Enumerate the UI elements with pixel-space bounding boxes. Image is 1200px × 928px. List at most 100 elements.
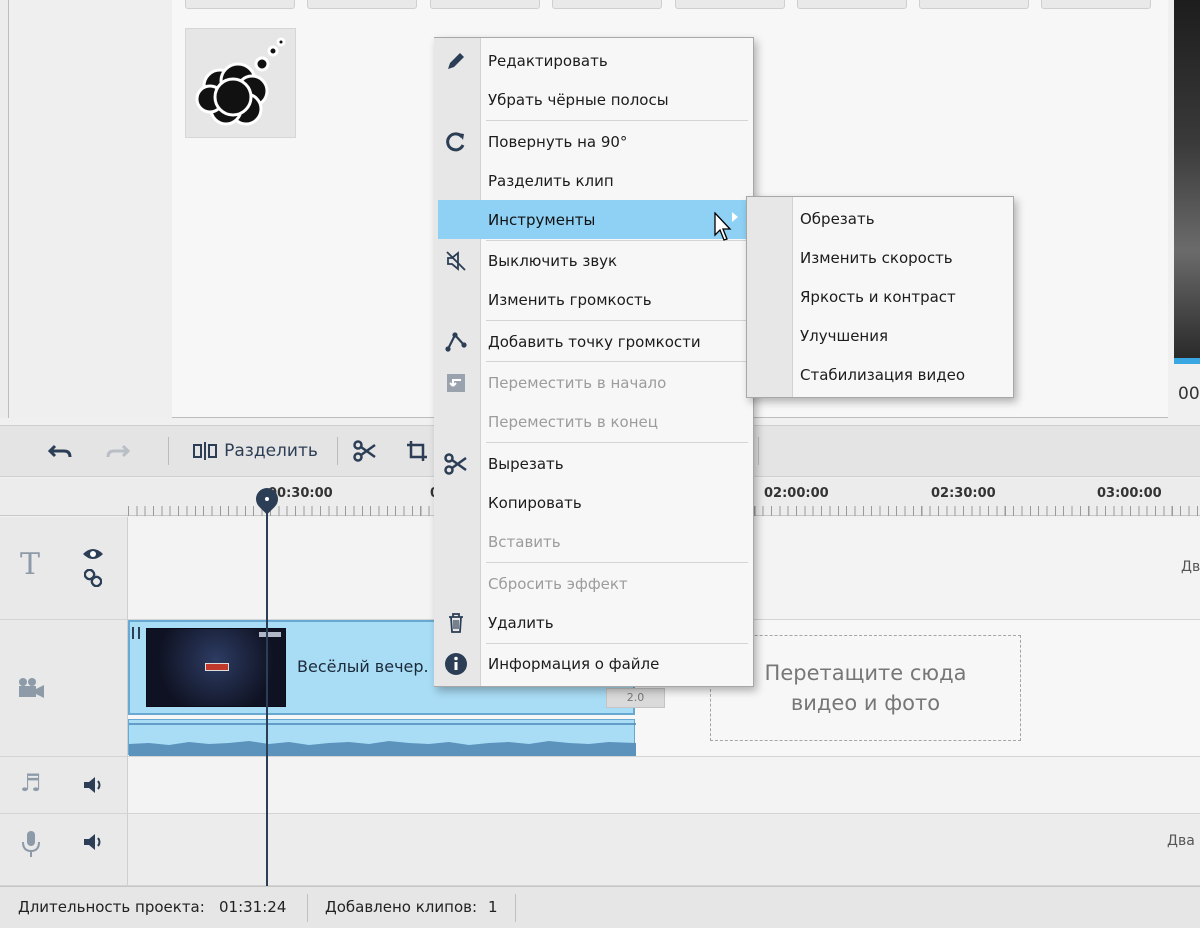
pencil-icon (444, 49, 468, 73)
duration-label: Длительность проекта: (18, 898, 205, 916)
menu-item-label: Вырезать (488, 454, 564, 473)
menu-item-tools[interactable]: Инструменты (438, 200, 748, 239)
video-camera-icon (19, 678, 44, 698)
mute-icon (444, 249, 468, 273)
toolbar-divider (337, 437, 338, 465)
speaker-icon[interactable] (82, 832, 104, 852)
voice-track[interactable]: Два (128, 814, 1200, 886)
eye-icon[interactable] (82, 547, 104, 561)
menu-item-label: Копировать (488, 493, 582, 512)
menu-item-label: Удалить (488, 613, 554, 632)
menu-item-label: Редактировать (488, 51, 608, 70)
clip-title: Весёлый вечер. А (297, 657, 445, 676)
clip-audio-waveform[interactable] (128, 719, 636, 756)
playhead-line[interactable] (266, 500, 268, 886)
split-button[interactable]: Разделить (190, 425, 320, 477)
link-icon[interactable] (84, 569, 102, 587)
clips-value: 1 (488, 898, 498, 916)
microphone-icon (22, 831, 40, 857)
cut-button[interactable] (350, 425, 380, 477)
menu-item-label: Изменить громкость (488, 290, 652, 309)
video-preview (1174, 0, 1200, 358)
clip-grip-icon[interactable] (132, 627, 140, 639)
info-icon (444, 652, 468, 676)
status-divider (307, 894, 308, 922)
clip-thumbnail (146, 628, 286, 707)
submenu-item-stabilization[interactable]: Стабилизация видео (800, 355, 1010, 394)
ruler-label: 02:30:00 (931, 486, 996, 501)
menu-item-delete[interactable]: Удалить (438, 603, 748, 642)
ruler-label: 03:00:00 (1097, 486, 1162, 501)
library-tab[interactable] (675, 0, 785, 9)
library-sidebar-panel (8, 0, 172, 418)
undo-icon (48, 444, 72, 458)
split-icon (193, 442, 218, 460)
crop-icon (407, 441, 427, 461)
toolbar-divider (758, 437, 759, 465)
menu-separator (486, 562, 748, 563)
ruler-label: 02:00:00 (764, 486, 829, 501)
menu-separator (486, 320, 748, 321)
menu-item-split-clip[interactable]: Разделить клип (438, 161, 748, 200)
clip-speed-badge: 2.0 (606, 688, 665, 708)
submenu-item-crop[interactable]: Обрезать (800, 199, 1010, 238)
submenu-item-brightness[interactable]: Яркость и контраст (800, 277, 1010, 316)
sticker-thumbnail[interactable] (185, 28, 296, 138)
mouse-cursor-icon (714, 212, 732, 241)
menu-item-label: Переместить в конец (488, 412, 658, 431)
text-track-hint: Дв (1181, 559, 1200, 575)
menu-item-move-to-start[interactable]: Переместить в начало (438, 363, 748, 402)
redo-icon (106, 444, 130, 458)
library-tab[interactable] (919, 0, 1029, 9)
clips-label: Добавлено клипов: (325, 898, 478, 916)
menu-item-edit[interactable]: Редактировать (438, 41, 748, 80)
menu-item-copy[interactable]: Копировать (438, 483, 748, 522)
menu-separator (486, 361, 748, 362)
split-label: Разделить (224, 441, 318, 461)
drop-zone[interactable]: Перетащите сюда видео и фото (710, 635, 1021, 741)
text-track-header: T (0, 517, 128, 620)
library-tab[interactable] (185, 0, 295, 9)
voice-track-header (0, 814, 128, 886)
menu-item-rotate[interactable]: Повернуть на 90° (438, 122, 748, 161)
library-tab[interactable] (1041, 0, 1151, 9)
redo-button[interactable] (100, 425, 134, 477)
menu-item-reset-effect[interactable]: Сбросить эффект (438, 564, 748, 603)
menu-item-file-info[interactable]: Информация о файле (438, 644, 748, 683)
menu-separator (486, 120, 748, 121)
menu-item-mute[interactable]: Выключить звук (438, 241, 748, 280)
music-track-header: ♬ (0, 757, 128, 814)
clip-thumbnail-logo (205, 663, 229, 671)
preview-progress[interactable] (1174, 358, 1200, 364)
volume-point-icon (444, 330, 468, 354)
crop-button[interactable] (402, 425, 432, 477)
video-track-header (0, 620, 128, 757)
undo-button[interactable] (44, 425, 78, 477)
library-tab[interactable] (307, 0, 417, 9)
menu-item-paste[interactable]: Вставить (438, 522, 748, 561)
submenu-gutter (747, 197, 793, 397)
menu-item-add-volume-point[interactable]: Добавить точку громкости (438, 322, 748, 361)
library-tab[interactable] (430, 0, 540, 9)
menu-item-cut[interactable]: Вырезать (438, 444, 748, 483)
library-tab[interactable] (797, 0, 907, 9)
menu-item-label: Добавить точку громкости (488, 332, 701, 351)
menu-item-change-volume[interactable]: Изменить громкость (438, 280, 748, 319)
music-track[interactable] (128, 757, 1200, 814)
waveform (129, 723, 636, 756)
menu-item-remove-black-bars[interactable]: Убрать чёрные полосы (438, 80, 748, 119)
menu-item-move-to-end[interactable]: Переместить в конец (438, 402, 748, 441)
speaker-icon[interactable] (82, 775, 104, 795)
submenu-item-speed[interactable]: Изменить скорость (800, 238, 1010, 277)
rotate-icon (444, 130, 468, 154)
playhead-dot (263, 495, 271, 503)
menu-item-label: Разделить клип (488, 171, 614, 190)
scissors-icon (353, 440, 376, 462)
drop-zone-line2: видео и фото (790, 691, 941, 715)
clip-thumbnail-badge (259, 632, 281, 637)
move-start-icon (444, 371, 468, 395)
library-tab[interactable] (552, 0, 662, 9)
text-icon: T (20, 547, 41, 582)
voice-track-hint: Два (1167, 833, 1195, 849)
submenu-item-enhance[interactable]: Улучшения (800, 316, 1010, 355)
